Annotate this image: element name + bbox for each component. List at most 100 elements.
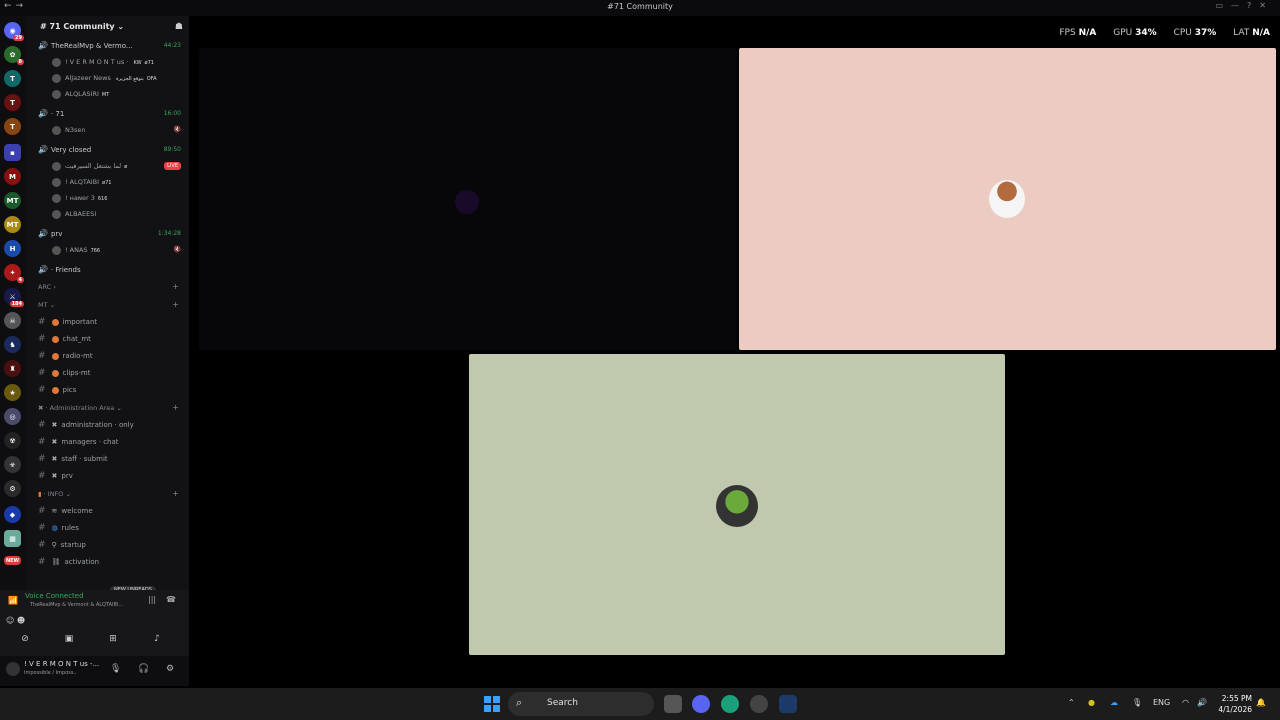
text-channel[interactable]: # ◍ rules (26, 520, 189, 537)
text-channel[interactable]: # ✖ prv (26, 468, 189, 485)
text-channel[interactable]: # ✖ staff · submit (26, 451, 189, 468)
server-folder-icon[interactable]: ▪ (4, 144, 21, 161)
notification-icon[interactable]: 🔔 (1256, 698, 1266, 707)
voice-channel[interactable]: 🔊 TheRealMvp & Vermo... 44:23 (26, 38, 189, 54)
voice-channel[interactable]: 🔊 · 71 16:00 (26, 106, 189, 122)
taskbar-search[interactable]: ⌕ Search (508, 692, 654, 716)
server-icon[interactable]: T (4, 70, 21, 87)
participant-tile[interactable] (199, 48, 737, 350)
voice-user[interactable]: ! ANAS 766 🔇 (26, 242, 189, 258)
voice-user[interactable]: ALBAEESI (26, 206, 189, 222)
text-channel[interactable]: # pics (26, 382, 189, 399)
onedrive-icon[interactable]: ☁ (1110, 698, 1118, 707)
headphones-icon[interactable]: 🎧 (138, 664, 149, 674)
settings-icon[interactable] (750, 695, 768, 713)
voice-user[interactable]: N3sen 🔇 (26, 122, 189, 138)
microphone-icon[interactable]: 🎙 (110, 664, 121, 674)
participant-tile[interactable] (469, 354, 1005, 655)
signal-icon[interactable]: 📶 (8, 596, 18, 605)
voice-user[interactable]: ALQLASIRI MT (26, 86, 189, 102)
text-channel[interactable]: # ⚲ startup (26, 537, 189, 554)
steam-icon[interactable] (779, 695, 797, 713)
soundboard-icon[interactable]: ♪ (147, 634, 167, 644)
server-name: # 71 Community (40, 22, 115, 31)
text-channel[interactable]: # ≋ welcome (26, 503, 189, 520)
window-controls[interactable]: ▭—?✕ (1215, 1, 1274, 10)
text-channel[interactable]: # clips-mt (26, 365, 189, 382)
task-view-icon[interactable] (664, 695, 682, 713)
system-clock[interactable]: 2:55 PM 4/1/2026 (1218, 693, 1252, 715)
avatar[interactable] (6, 662, 20, 676)
avatar (716, 485, 758, 527)
edge-icon[interactable] (721, 695, 739, 713)
text-channel[interactable]: # radio-mt (26, 348, 189, 365)
tools-icon: ✖ (51, 438, 58, 446)
participant-tile[interactable] (739, 48, 1276, 350)
server-icon[interactable]: ◆ (4, 506, 21, 523)
chevron-up-icon[interactable]: ⌃ (1068, 698, 1075, 707)
server-icon[interactable]: ⚙ (4, 480, 21, 497)
add-channel-icon[interactable]: + (172, 399, 179, 417)
volume-icon[interactable]: 🔊 (1197, 698, 1207, 707)
screen-share-icon[interactable]: ▣ (59, 634, 79, 644)
settings-gear-icon[interactable]: ⚙ (166, 664, 174, 674)
add-channel-icon[interactable]: + (172, 296, 179, 314)
server-icon[interactable]: ★ (4, 384, 21, 401)
text-channel[interactable]: # ⛓ activation (26, 554, 189, 571)
text-channel[interactable]: # ✖ managers · chat (26, 434, 189, 451)
server-icon[interactable]: ✿ 8 (4, 46, 24, 65)
server-icon[interactable]: ✦ 4 (4, 264, 24, 283)
server-icon[interactable]: ☣ (4, 456, 21, 473)
server-icon[interactable]: T (4, 94, 21, 111)
speaker-icon: 🔊 (38, 109, 48, 118)
add-channel-icon[interactable]: + (172, 278, 179, 296)
microphone-icon[interactable]: 🎙 (1132, 698, 1142, 707)
discord-home-icon[interactable]: ◉ 29 (4, 22, 24, 41)
voice-channel-friends[interactable]: 🔊 · Friends (26, 262, 189, 278)
discord-icon[interactable] (692, 695, 710, 713)
wifi-icon[interactable]: ◠ (1182, 698, 1189, 707)
tray-app-icon[interactable]: ● (1088, 698, 1095, 707)
server-icon[interactable]: ⚔ 184 (4, 288, 24, 307)
voice-user[interactable]: لما بشتغل السيرفيت ø LIVE (26, 158, 189, 174)
activities-icon[interactable]: ⊞ (103, 634, 123, 644)
server-icon[interactable]: M (4, 168, 21, 185)
voice-user[interactable]: ! ʜaɴer 3 616 (26, 190, 189, 206)
speaker-icon: 🔊 (38, 265, 48, 274)
server-icon[interactable]: MT (4, 192, 21, 209)
disconnect-icon[interactable]: ☎ (166, 595, 176, 604)
add-channel-icon[interactable]: + (172, 485, 179, 503)
voice-channel-path[interactable]: TheRealMvp & Vermont & ALQTAIBI... (30, 602, 123, 608)
server-icon[interactable]: ♜ (4, 360, 21, 377)
add-member-icon[interactable]: ☗ (175, 22, 183, 32)
channel-list: # 71 Community ⌄ ☗ 🔊 TheRealMvp & Vermo..… (26, 16, 189, 656)
text-channel[interactable]: # ✖ administration · only (26, 417, 189, 434)
noise-suppression-icon[interactable]: ||| (148, 595, 156, 604)
speaker-icon: 🔊 (38, 145, 48, 154)
start-icon[interactable] (484, 696, 500, 712)
voice-user[interactable]: ! V E R M O N T us · KW ø71 (26, 54, 189, 70)
server-icon[interactable]: ◎ (4, 408, 21, 425)
server-icon[interactable]: ♞ (4, 336, 21, 353)
voice-user[interactable]: ! ALQTAIBI ø71 (26, 174, 189, 190)
text-channel[interactable]: # important (26, 314, 189, 331)
category-arc[interactable]: ARC › + (26, 278, 189, 296)
voice-user[interactable]: AlJazeer News بتوقع الجزيرة OFA (26, 70, 189, 86)
server-icon[interactable]: MT (4, 216, 21, 233)
server-icon[interactable]: H (4, 240, 21, 257)
server-icon[interactable]: ▦ (4, 530, 21, 547)
server-icon[interactable]: T (4, 118, 21, 135)
server-icon[interactable]: ☢ (4, 432, 21, 449)
category-info[interactable]: ▮ · INFO ⌄ + (26, 485, 189, 503)
voice-status[interactable]: Voice Connected (25, 592, 84, 600)
category-administration[interactable]: ✖ · Administration Area ⌄ + (26, 399, 189, 417)
camera-off-icon[interactable]: ⊘ (15, 634, 35, 644)
voice-channel[interactable]: 🔊 Very closed 89:50 (26, 142, 189, 158)
server-icon[interactable]: ☠ (4, 312, 21, 329)
voice-channel[interactable]: 🔊 prv 1:34:28 (26, 226, 189, 242)
server-header[interactable]: # 71 Community ⌄ ☗ (26, 16, 189, 38)
user-name[interactable]: ! V E R M O N T us -... (24, 660, 99, 668)
text-channel[interactable]: # chat_mt (26, 331, 189, 348)
language-indicator[interactable]: ENG (1153, 698, 1170, 707)
category-mt[interactable]: MT ⌄ + (26, 296, 189, 314)
